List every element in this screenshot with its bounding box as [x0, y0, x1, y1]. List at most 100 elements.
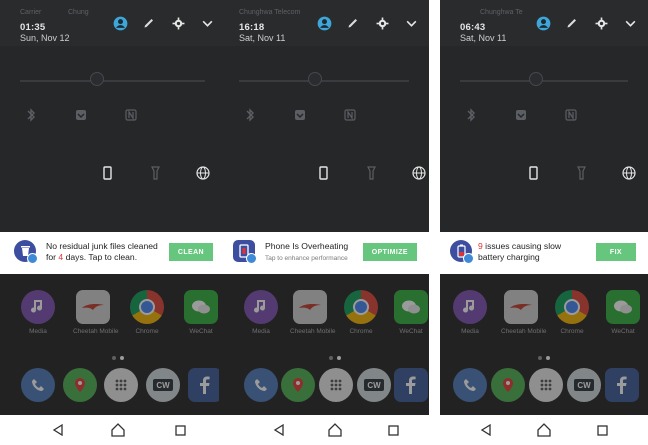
do-not-disturb-icon[interactable]	[74, 107, 88, 123]
account-icon[interactable]	[535, 15, 551, 31]
quick-settings-row-1	[24, 107, 138, 123]
svg-text:CW: CW	[577, 381, 591, 390]
navigation-bar	[219, 415, 429, 445]
phone-overheat-icon	[233, 240, 257, 264]
phone-icon	[244, 368, 278, 402]
notification-card[interactable]: No residual junk files cleaned for 4 day…	[0, 232, 225, 275]
app-media[interactable]: Media	[450, 290, 490, 335]
flashlight-icon[interactable]	[574, 165, 588, 181]
dock-facebook[interactable]	[391, 368, 429, 402]
dock-phone[interactable]	[450, 368, 490, 402]
back-icon[interactable]	[50, 422, 66, 438]
app-wechat[interactable]: WeChat	[603, 290, 643, 335]
dock-cw[interactable]: CW	[143, 368, 183, 402]
dock-maps[interactable]	[60, 368, 100, 402]
dock-facebook[interactable]	[602, 368, 642, 402]
bluetooth-icon[interactable]	[243, 107, 257, 123]
status-header: Chunghwa Telecom 16:18 Sat, Nov 11	[219, 0, 429, 46]
back-icon[interactable]	[478, 422, 494, 438]
app-cheetah[interactable]: Cheetah Mobile	[290, 290, 336, 335]
brightness-slider[interactable]	[239, 80, 409, 82]
app-drawer-button[interactable]	[316, 368, 356, 402]
home-icon[interactable]	[110, 422, 126, 438]
edit-icon[interactable]	[564, 15, 580, 31]
svg-text:CW: CW	[156, 381, 170, 390]
dock-maps[interactable]	[488, 368, 528, 402]
brightness-knob[interactable]	[308, 72, 322, 86]
globe-icon[interactable]	[412, 165, 426, 181]
bluetooth-icon[interactable]	[24, 107, 38, 123]
chrome-icon	[344, 290, 378, 324]
app-label-media: Media	[29, 328, 47, 335]
app-media[interactable]: Media	[18, 290, 58, 335]
flashlight-icon[interactable]	[148, 165, 162, 181]
cheetah-icon	[293, 290, 327, 324]
chevron-down-icon[interactable]	[199, 15, 215, 31]
dock-maps[interactable]	[278, 368, 318, 402]
flashlight-icon[interactable]	[364, 165, 378, 181]
cw-icon: CW	[357, 368, 391, 402]
recents-icon[interactable]	[172, 422, 188, 438]
optimize-button[interactable]: OPTIMIZE	[362, 243, 417, 261]
recents-icon[interactable]	[385, 422, 401, 438]
nfc-icon[interactable]	[124, 107, 138, 123]
globe-icon[interactable]	[622, 165, 636, 181]
account-icon[interactable]	[316, 15, 332, 31]
clean-button[interactable]: CLEAN	[168, 243, 213, 261]
trash-icon	[14, 240, 38, 264]
maps-icon	[281, 368, 315, 402]
quick-settings-row-2	[100, 165, 210, 181]
app-drawer-button[interactable]	[101, 368, 141, 402]
dock-phone[interactable]	[241, 368, 281, 402]
phone-portrait-icon[interactable]	[100, 165, 114, 181]
nfc-icon[interactable]	[564, 107, 578, 123]
notification-card[interactable]: 9 issues causing slow battery charging F…	[440, 232, 648, 275]
do-not-disturb-icon[interactable]	[514, 107, 528, 123]
notification-text: Phone Is Overheating Tap to enhance perf…	[265, 241, 369, 264]
home-icon[interactable]	[536, 422, 552, 438]
brightness-slider[interactable]	[460, 80, 628, 82]
chevron-down-icon[interactable]	[403, 15, 419, 31]
brightness-knob[interactable]	[529, 72, 543, 86]
settings-icon[interactable]	[374, 15, 390, 31]
back-icon[interactable]	[271, 422, 287, 438]
chevron-down-icon[interactable]	[622, 15, 638, 31]
quick-settings-row-1	[464, 107, 578, 123]
apps-grid-icon	[319, 368, 353, 402]
app-drawer-button[interactable]	[526, 368, 566, 402]
app-chrome[interactable]: Chrome	[341, 290, 381, 335]
nfc-icon[interactable]	[343, 107, 357, 123]
dock-cw[interactable]: CW	[354, 368, 394, 402]
edit-icon[interactable]	[345, 15, 361, 31]
home-icon[interactable]	[327, 422, 343, 438]
app-cheetah[interactable]: Cheetah Mobile	[73, 290, 119, 335]
dock-cw[interactable]: CW	[564, 368, 604, 402]
app-wechat[interactable]: WeChat	[181, 290, 221, 335]
do-not-disturb-icon[interactable]	[293, 107, 307, 123]
notification-title: issues causing slow battery charging	[478, 241, 562, 262]
globe-icon[interactable]	[196, 165, 210, 181]
bluetooth-icon[interactable]	[464, 107, 478, 123]
app-chrome[interactable]: Chrome	[127, 290, 167, 335]
app-media[interactable]: Media	[241, 290, 281, 335]
chrome-icon	[130, 290, 164, 324]
edit-icon[interactable]	[141, 15, 157, 31]
settings-icon[interactable]	[593, 15, 609, 31]
brightness-slider[interactable]	[20, 80, 205, 82]
settings-icon[interactable]	[170, 15, 186, 31]
phone-portrait-icon[interactable]	[316, 165, 330, 181]
app-cheetah[interactable]: Cheetah Mobile	[501, 290, 547, 335]
recents-icon[interactable]	[594, 422, 610, 438]
home-screen: Media Cheetah Mobile Chrome WeChat CW	[219, 274, 429, 445]
app-badge-icon	[463, 253, 474, 264]
phone-portrait-icon[interactable]	[526, 165, 540, 181]
dock-phone[interactable]	[18, 368, 58, 402]
notification-card[interactable]: Phone Is Overheating Tap to enhance perf…	[219, 232, 429, 275]
fix-button[interactable]: FIX	[595, 243, 636, 261]
app-wechat[interactable]: WeChat	[391, 290, 429, 335]
header-actions	[535, 15, 638, 31]
app-chrome[interactable]: Chrome	[552, 290, 592, 335]
chrome-icon	[555, 290, 589, 324]
account-icon[interactable]	[112, 15, 128, 31]
brightness-knob[interactable]	[90, 72, 104, 86]
